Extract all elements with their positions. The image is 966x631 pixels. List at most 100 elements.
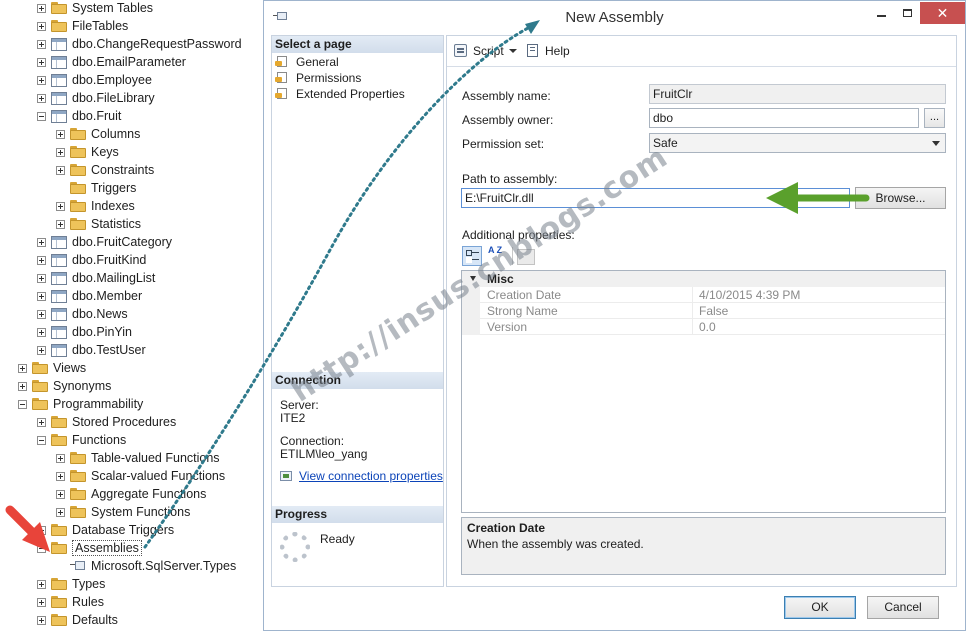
expand-plus-icon[interactable]: [56, 219, 65, 229]
tree-node[interactable]: dbo.FileLibrary: [37, 89, 155, 107]
collapse-minus-icon[interactable]: [37, 543, 46, 553]
expand-plus-icon[interactable]: [37, 273, 46, 283]
assembly-name-field[interactable]: FruitClr: [649, 84, 946, 104]
tree-node[interactable]: System Tables: [37, 0, 153, 17]
tree-node[interactable]: dbo.Employee: [37, 71, 152, 89]
tree-node[interactable]: Programmability: [18, 395, 143, 413]
property-category-misc[interactable]: Misc: [462, 271, 945, 287]
expand-plus-icon[interactable]: [37, 327, 46, 337]
collapse-minus-icon[interactable]: [37, 435, 46, 445]
tree-node[interactable]: Synonyms: [18, 377, 111, 395]
expand-plus-icon[interactable]: [37, 39, 46, 49]
tree-node[interactable]: dbo.FruitKind: [37, 251, 146, 269]
tree-node[interactable]: Views: [18, 359, 86, 377]
tree-node-label: dbo.Member: [72, 289, 143, 303]
tree-node-label: Stored Procedures: [72, 415, 177, 429]
script-button[interactable]: Script: [453, 43, 517, 58]
expand-plus-icon[interactable]: [56, 201, 65, 211]
assembly-owner-field[interactable]: dbo: [649, 108, 919, 128]
tree-node[interactable]: Functions: [37, 431, 126, 449]
collapse-minus-icon[interactable]: [18, 399, 27, 409]
tree-node-label: Types: [72, 577, 106, 591]
expand-plus-icon[interactable]: [18, 381, 27, 391]
path-to-assembly-input[interactable]: E:\FruitClr.dll: [461, 188, 850, 208]
tree-node[interactable]: dbo.EmailParameter: [37, 53, 186, 71]
tree-node[interactable]: Indexes: [56, 197, 135, 215]
tree-node[interactable]: Statistics: [56, 215, 141, 233]
expand-plus-icon[interactable]: [56, 453, 65, 463]
tree-node[interactable]: Database Triggers: [37, 521, 174, 539]
expand-plus-icon[interactable]: [37, 525, 46, 535]
collapse-minus-icon[interactable]: [37, 111, 46, 121]
alphabetical-sort-icon[interactable]: A Z: [485, 246, 505, 266]
property-column-divider[interactable]: [692, 287, 693, 335]
property-row[interactable]: Version 0.0: [462, 319, 945, 335]
tree-node[interactable]: dbo.ChangeRequestPassword: [37, 35, 242, 53]
expand-plus-icon[interactable]: [56, 507, 65, 517]
expand-plus-icon[interactable]: [37, 597, 46, 607]
expand-plus-icon[interactable]: [37, 615, 46, 625]
page-extended-properties[interactable]: Extended Properties: [275, 86, 405, 102]
expand-plus-icon[interactable]: [37, 57, 46, 67]
tree-node[interactable]: Triggers: [56, 179, 136, 197]
page-general[interactable]: General: [275, 54, 339, 70]
tree-node[interactable]: Types: [37, 575, 105, 593]
tree-node[interactable]: System Functions: [56, 503, 190, 521]
expand-plus-icon[interactable]: [37, 345, 46, 355]
tree-node[interactable]: dbo.FruitCategory: [37, 233, 172, 251]
tree-node[interactable]: Constraints: [56, 161, 154, 179]
categorized-view-icon[interactable]: [462, 246, 482, 266]
tree-node[interactable]: Defaults: [37, 611, 118, 629]
tree-node[interactable]: dbo.Member: [37, 287, 142, 305]
expand-plus-icon[interactable]: [37, 93, 46, 103]
tree-node[interactable]: Microsoft.SqlServer.Types: [56, 557, 236, 575]
expand-plus-icon[interactable]: [56, 489, 65, 499]
tree-node[interactable]: Scalar-valued Functions: [56, 467, 225, 485]
ok-button[interactable]: OK: [784, 596, 856, 619]
help-button[interactable]: Help: [525, 43, 570, 58]
tree-node-label: Defaults: [72, 613, 118, 627]
browse-button[interactable]: Browse...: [855, 187, 946, 209]
expand-plus-icon[interactable]: [37, 3, 46, 13]
minimize-button[interactable]: [868, 2, 894, 24]
expand-plus-icon[interactable]: [37, 291, 46, 301]
expand-plus-icon[interactable]: [37, 237, 46, 247]
property-row[interactable]: Creation Date 4/10/2015 4:39 PM: [462, 287, 945, 303]
cancel-button[interactable]: Cancel: [867, 596, 939, 619]
tree-node[interactable]: Columns: [56, 125, 140, 143]
expand-plus-icon[interactable]: [37, 255, 46, 265]
property-pages-icon[interactable]: [517, 249, 535, 265]
tree-node[interactable]: dbo.MailingList: [37, 269, 155, 287]
maximize-button[interactable]: [894, 2, 920, 24]
tree-node[interactable]: Aggregate Functions: [56, 485, 206, 503]
page-permissions[interactable]: Permissions: [275, 70, 361, 86]
tree-node[interactable]: Stored Procedures: [37, 413, 176, 431]
tree-node[interactable]: Rules: [37, 593, 104, 611]
tree-node[interactable]: Table-valued Functions: [56, 449, 220, 467]
expand-plus-icon[interactable]: [37, 75, 46, 85]
tree-node[interactable]: Keys: [56, 143, 119, 161]
expand-plus-icon[interactable]: [56, 129, 65, 139]
expand-plus-icon[interactable]: [37, 309, 46, 319]
expand-plus-icon[interactable]: [37, 579, 46, 589]
tree-node[interactable]: dbo.Fruit: [37, 107, 121, 125]
expand-plus-icon[interactable]: [56, 165, 65, 175]
page-icon: [275, 88, 290, 100]
object-explorer-tree: System Tables FileTables dbo.ChangeRequest…: [0, 0, 262, 631]
owner-browse-button[interactable]: ...: [924, 108, 945, 128]
tree-node[interactable]: FileTables: [37, 17, 128, 35]
expand-plus-icon[interactable]: [37, 21, 46, 31]
expand-plus-icon[interactable]: [18, 363, 27, 373]
permission-set-select[interactable]: Safe: [649, 133, 946, 153]
close-button[interactable]: ✕: [920, 2, 965, 24]
tree-node[interactable]: Assemblies: [37, 539, 142, 557]
view-connection-properties-link[interactable]: View connection properties: [280, 469, 443, 483]
tree-node[interactable]: dbo.News: [37, 305, 128, 323]
property-row[interactable]: Strong Name False: [462, 303, 945, 319]
tree-node[interactable]: dbo.PinYin: [37, 323, 132, 341]
expand-plus-icon[interactable]: [56, 147, 65, 157]
dialog-titlebar[interactable]: New Assembly ✕: [264, 1, 965, 33]
expand-plus-icon[interactable]: [37, 417, 46, 427]
expand-plus-icon[interactable]: [56, 471, 65, 481]
tree-node[interactable]: dbo.TestUser: [37, 341, 146, 359]
